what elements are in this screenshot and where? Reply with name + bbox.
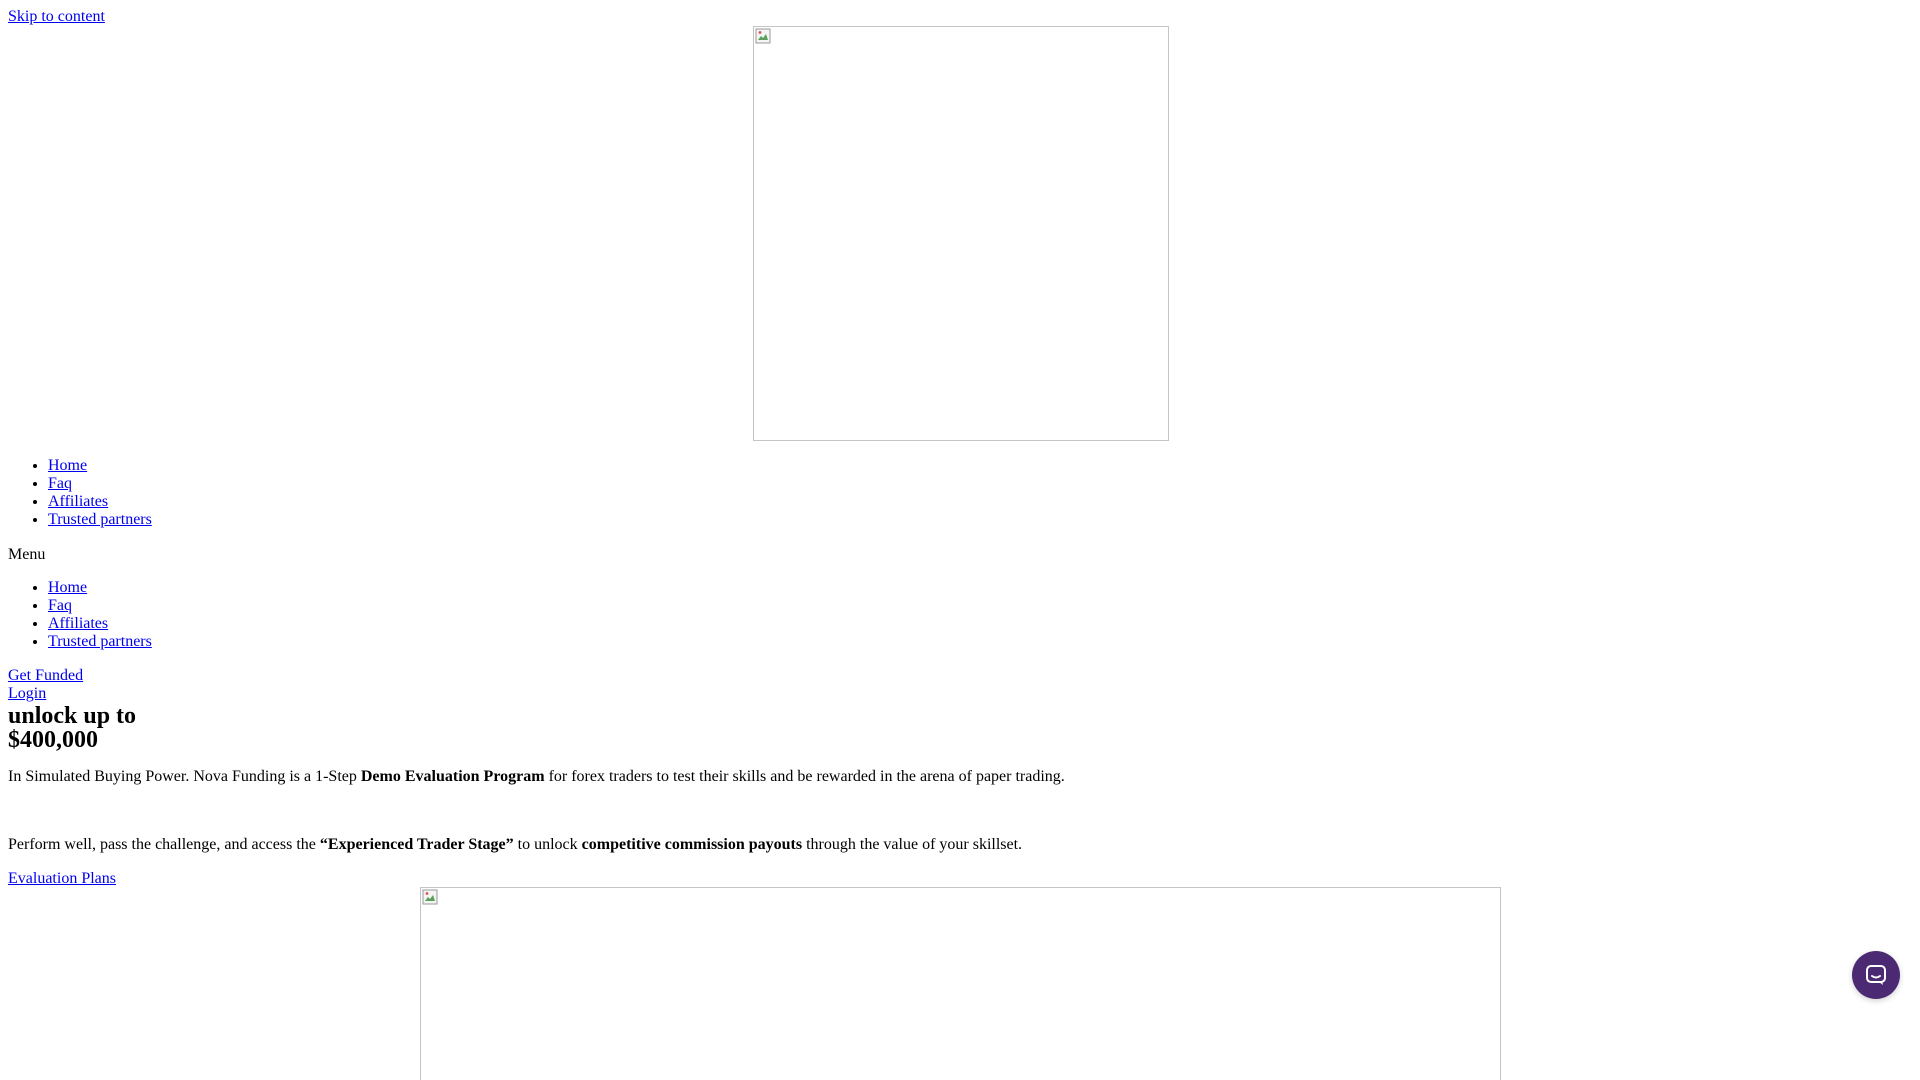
nav-item-affiliates: Affiliates — [48, 493, 152, 511]
mobile-nav-link-faq[interactable]: Faq — [48, 597, 72, 614]
hero-title: unlock up to $400,000 — [8, 704, 408, 752]
hero-description-emphasis: Demo Evaluation Program — [360, 768, 545, 785]
nav-item-trusted-partners: Trusted partners — [48, 511, 152, 529]
mobile-nav-item-trusted-partners: Trusted partners — [48, 633, 152, 651]
hero-image — [420, 887, 1501, 1080]
mobile-nav-link-affiliates[interactable]: Affiliates — [48, 615, 108, 632]
broken-image-icon — [422, 889, 438, 905]
hero-subdescription-middle: to unlock — [513, 836, 582, 853]
hero-subdescription-text: Perform well, pass the challenge, and ac… — [8, 836, 320, 853]
nav-item-home: Home — [48, 457, 152, 475]
skip-to-content-link[interactable]: Skip to content — [8, 7, 105, 26]
mobile-nav-link-home[interactable]: Home — [48, 579, 87, 596]
experienced-trader-stage-text: “Experienced Trader Stage” — [319, 836, 514, 853]
nav-link-trusted-partners[interactable]: Trusted partners — [48, 511, 152, 528]
hero-description-text: In Simulated Buying Power. Nova Funding … — [8, 768, 361, 785]
mobile-nav-item-affiliates: Affiliates — [48, 615, 152, 633]
nav-link-affiliates[interactable]: Affiliates — [48, 493, 108, 510]
hero-title-line-2: $400,000 — [8, 727, 98, 753]
mobile-nav-item-faq: Faq — [48, 597, 152, 615]
nav-item-faq: Faq — [48, 475, 152, 493]
hero-subdescription: Perform well, pass the challenge, and ac… — [8, 835, 1022, 854]
mobile-menu-toggle[interactable]: Menu — [8, 545, 45, 564]
nav-link-home[interactable]: Home — [48, 457, 87, 474]
chat-bubble-icon — [1866, 965, 1886, 985]
site-logo-image[interactable] — [753, 26, 1169, 441]
hero-description-text-end: for forex traders to test their skills a… — [544, 768, 1065, 785]
login-button[interactable]: Login — [8, 684, 46, 703]
evaluation-plans-link[interactable]: Evaluation Plans — [8, 869, 116, 888]
hero-title-line-1: unlock up to — [8, 703, 137, 729]
broken-image-icon — [755, 28, 771, 44]
commission-payouts-text: competitive commission payouts — [581, 836, 803, 853]
mobile-navigation: Home Faq Affiliates Trusted partners — [8, 579, 152, 651]
primary-navigation: Home Faq Affiliates Trusted partners — [8, 457, 152, 529]
get-funded-button[interactable]: Get Funded — [8, 666, 83, 685]
nav-link-faq[interactable]: Faq — [48, 475, 72, 492]
hero-subdescription-end: through the value of your skillset. — [802, 836, 1023, 853]
mobile-nav-item-home: Home — [48, 579, 152, 597]
hero-description: In Simulated Buying Power. Nova Funding … — [8, 767, 1065, 786]
mobile-nav-link-trusted-partners[interactable]: Trusted partners — [48, 633, 152, 650]
chat-launcher-button[interactable] — [1852, 951, 1900, 999]
